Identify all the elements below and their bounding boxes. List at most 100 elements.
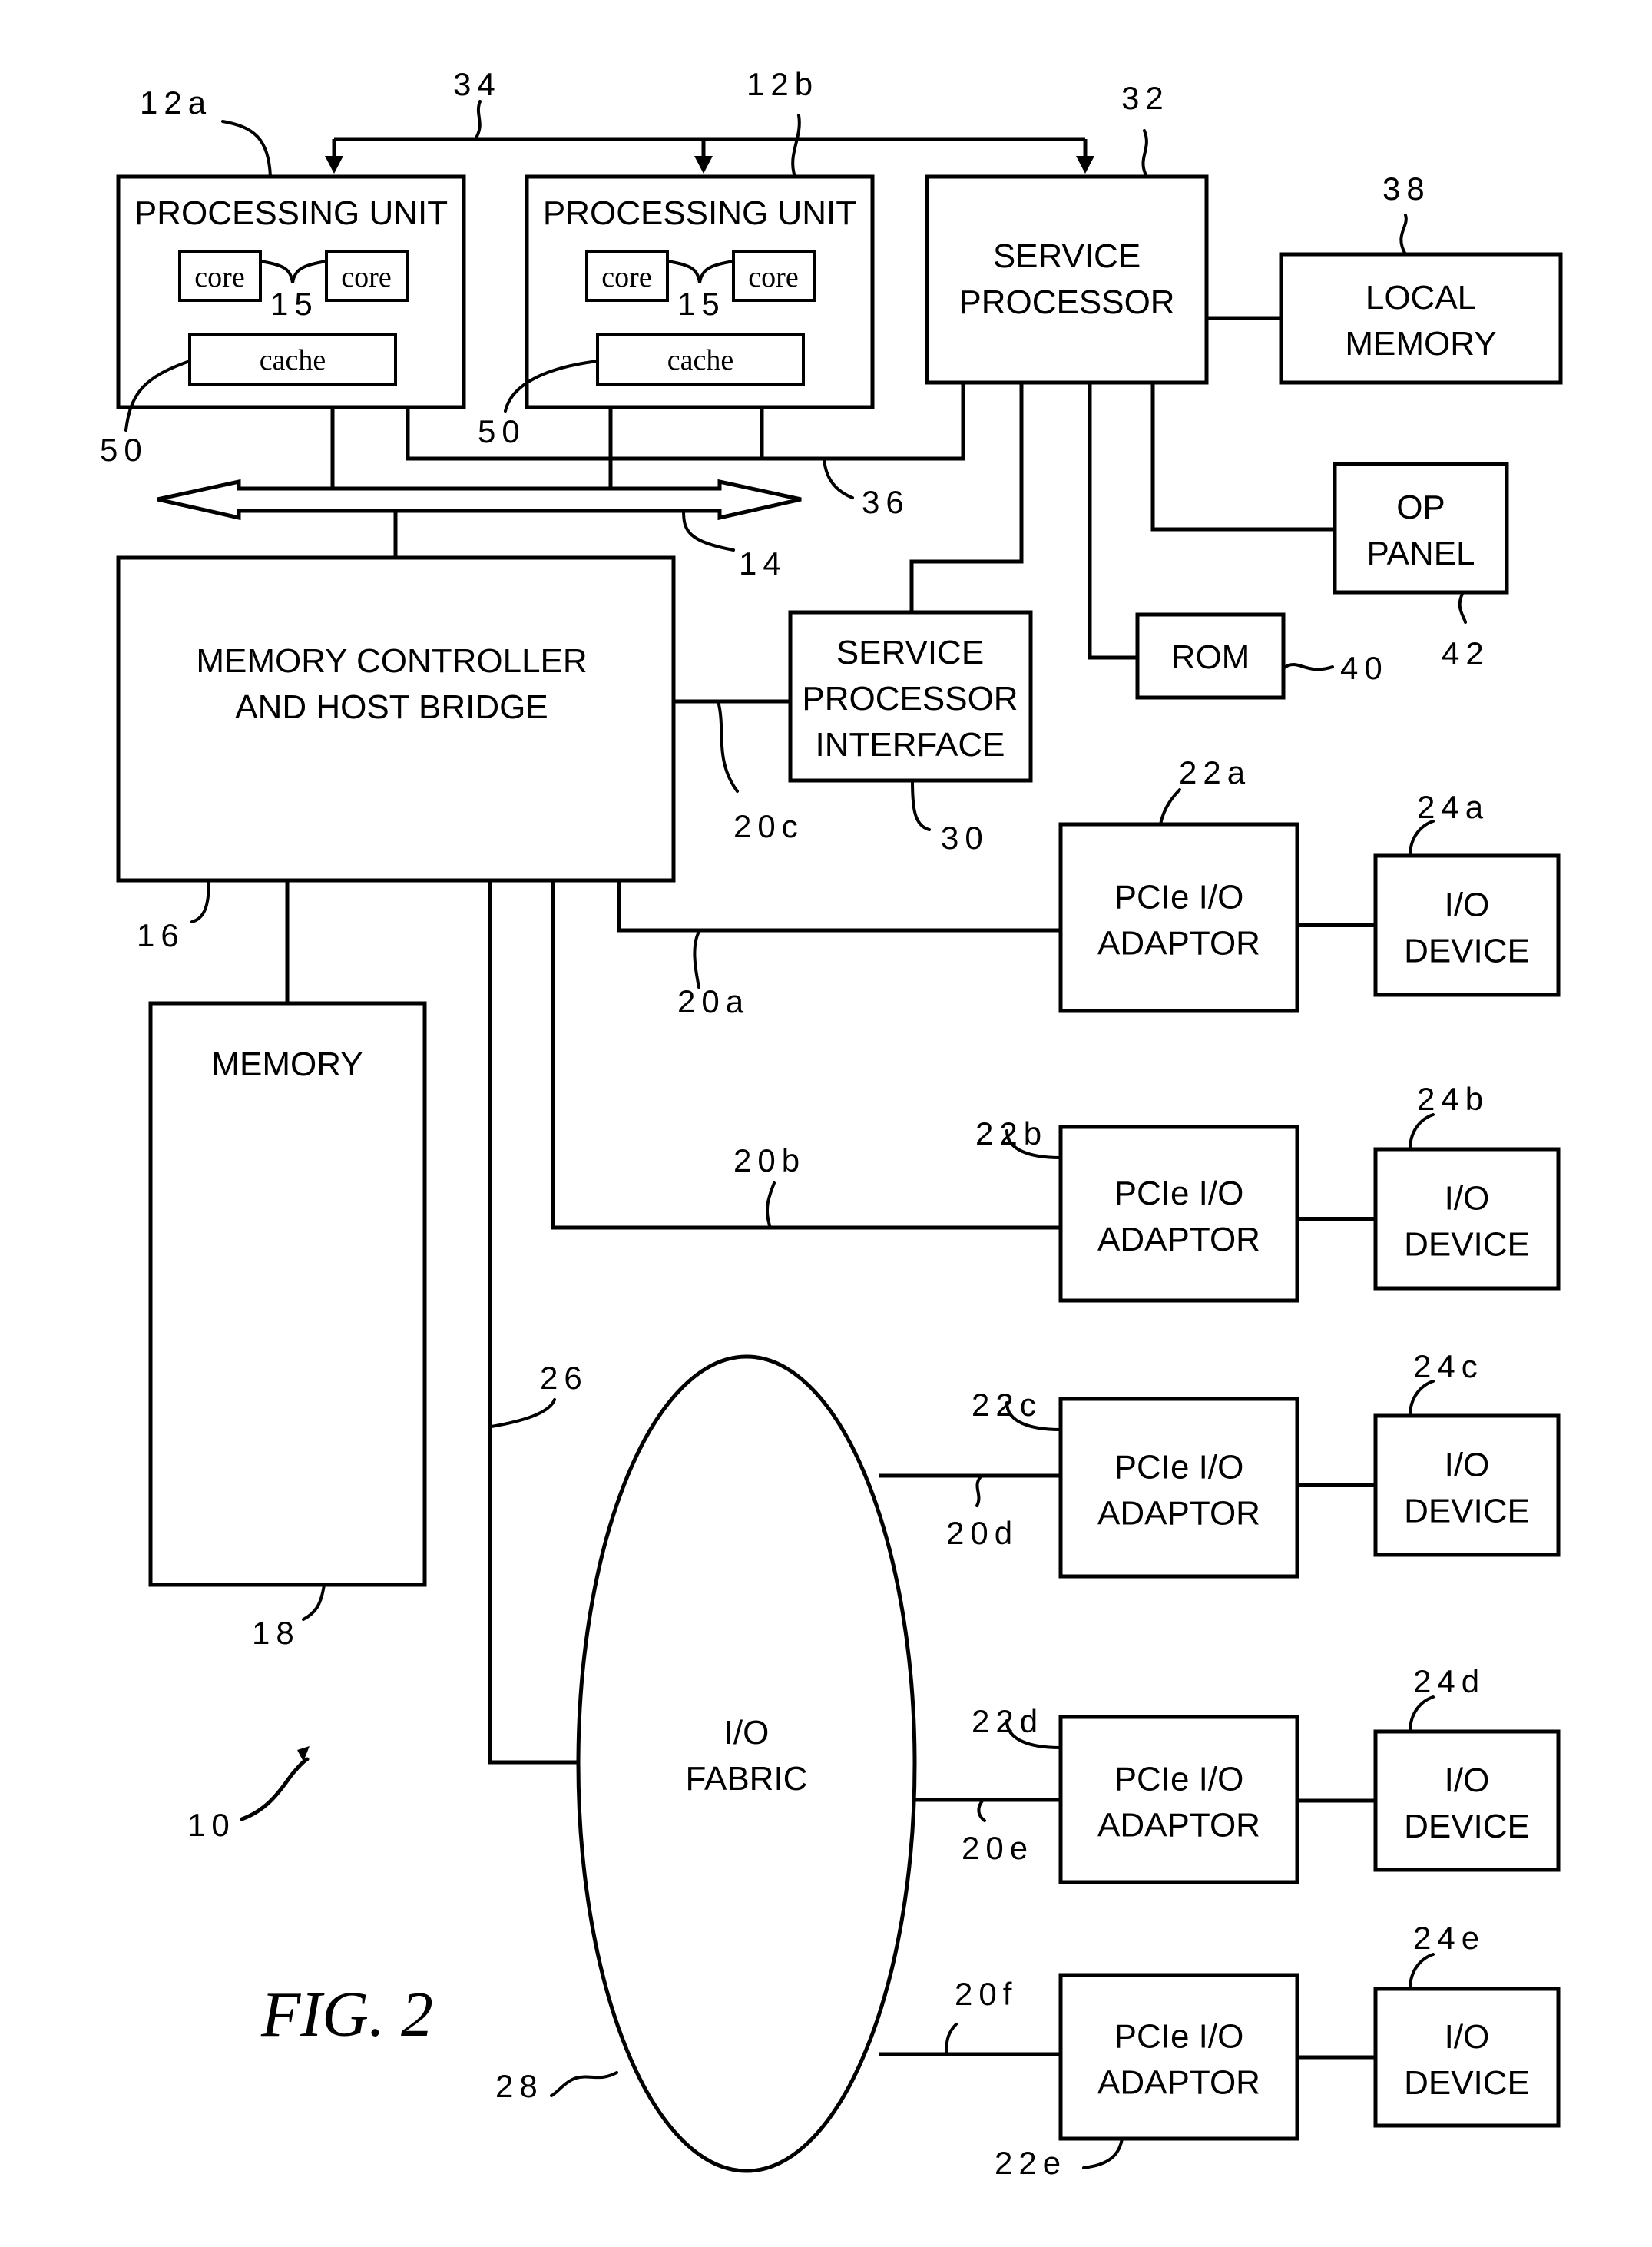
link-26: 26 bbox=[488, 880, 588, 1765]
adaptor-ref: 22c bbox=[972, 1387, 1042, 1423]
adaptor-line2: ADAPTOR bbox=[1097, 2064, 1260, 2102]
io-device: I/O DEVICE 24e bbox=[1373, 1920, 1561, 2128]
adaptor-line1: PCIe I/O bbox=[1114, 1761, 1244, 1798]
figure-caption: FIG. 2 bbox=[260, 1979, 433, 2050]
io-fabric-line1: I/O bbox=[724, 1714, 770, 1752]
memory-controller-host-bridge: MEMORY CONTROLLER AND HOST BRIDGE 16 bbox=[116, 555, 676, 953]
link-20a: 20a bbox=[617, 880, 1061, 1019]
device-line1: I/O bbox=[1445, 1761, 1490, 1799]
mc-line2: AND HOST BRIDGE bbox=[235, 688, 548, 726]
ref-20f: 20f bbox=[955, 1976, 1018, 2012]
adaptor-ref: 22e bbox=[995, 2145, 1067, 2181]
op-panel-line2: PANEL bbox=[1366, 535, 1475, 572]
pu-b-core-2-label: core bbox=[748, 261, 798, 293]
pu-a-core-2-label: core bbox=[341, 261, 391, 293]
device-ref: 24e bbox=[1413, 1920, 1485, 1956]
pu-a-core-1-label: core bbox=[194, 261, 244, 293]
adaptor-line1: PCIe I/O bbox=[1114, 1175, 1244, 1212]
ref-16: 16 bbox=[137, 917, 185, 953]
device-ref: 24c bbox=[1413, 1348, 1484, 1384]
processing-unit-b: PROCESSING UNIT core core 15 cache 50 12… bbox=[478, 66, 875, 449]
patent-diagram: 34 PROCESSING UNIT core core 15 cache 50… bbox=[100, 66, 1563, 2181]
adaptor-line2: ADAPTOR bbox=[1097, 925, 1260, 963]
op-panel-line1: OP bbox=[1396, 489, 1445, 526]
mc-line1: MEMORY CONTROLLER bbox=[196, 642, 587, 680]
ref-40: 40 bbox=[1340, 650, 1389, 686]
service-processor-interface: SERVICE PROCESSOR INTERFACE 30 bbox=[788, 383, 1033, 856]
io-device: I/O DEVICE 24d bbox=[1373, 1663, 1561, 1872]
link-20f: 20f bbox=[879, 1976, 1061, 2056]
pu-b-cache-label: cache bbox=[667, 344, 733, 376]
device-line2: DEVICE bbox=[1404, 2064, 1530, 2102]
device-line2: DEVICE bbox=[1404, 1808, 1530, 1845]
adaptor-line1: PCIe I/O bbox=[1114, 879, 1244, 916]
local-memory-line1: LOCAL bbox=[1366, 279, 1476, 317]
link-20e: 20e bbox=[914, 1798, 1061, 1866]
system-10-indicator: 10 bbox=[187, 1746, 310, 1843]
adaptor-ref: 22a bbox=[1179, 754, 1251, 790]
sp-line1: SERVICE bbox=[993, 237, 1141, 275]
adaptor-line1: PCIe I/O bbox=[1114, 2018, 1244, 2056]
ref-34: 34 bbox=[453, 66, 502, 102]
ref-10: 10 bbox=[187, 1807, 236, 1843]
adaptor-device-group: PCIe I/O ADAPTOR 22a I/O DEVICE 24a PCIe I/O AD… bbox=[972, 754, 1561, 2181]
ref-20a: 20a bbox=[677, 983, 750, 1019]
adaptor-ref: 22d bbox=[972, 1703, 1044, 1739]
device-line2: DEVICE bbox=[1404, 1493, 1530, 1530]
spi-line1: SERVICE bbox=[836, 634, 984, 671]
adaptor-line1: PCIe I/O bbox=[1114, 1449, 1244, 1486]
link-20b: 20b bbox=[551, 880, 1061, 1230]
io-device: I/O DEVICE 24c bbox=[1373, 1348, 1561, 1557]
pcie-io-adaptor: PCIe I/O ADAPTOR 22a bbox=[1058, 754, 1299, 1013]
spi-line3: INTERFACE bbox=[816, 726, 1005, 764]
link-20c: 20c bbox=[674, 699, 804, 844]
device-line1: I/O bbox=[1445, 1180, 1490, 1218]
io-device: I/O DEVICE 24b bbox=[1373, 1081, 1561, 1291]
link-20d: 20d bbox=[879, 1473, 1061, 1551]
ref-15-b: 15 bbox=[677, 286, 726, 322]
device-ref: 24b bbox=[1417, 1081, 1489, 1117]
ref-50-b: 50 bbox=[478, 413, 526, 449]
ref-26: 26 bbox=[540, 1360, 588, 1396]
service-processor: SERVICE PROCESSOR 32 bbox=[925, 80, 1209, 385]
ref-38: 38 bbox=[1382, 171, 1431, 207]
adaptor-line2: ADAPTOR bbox=[1097, 1221, 1260, 1258]
ref-20d: 20d bbox=[946, 1515, 1018, 1551]
ref-20c: 20c bbox=[733, 808, 804, 844]
pcie-io-adaptor: PCIe I/O ADAPTOR 22c bbox=[972, 1387, 1299, 1579]
ref-15-a: 15 bbox=[270, 286, 319, 322]
io-fabric-line2: FABRIC bbox=[686, 1760, 808, 1798]
ref-42: 42 bbox=[1442, 635, 1490, 671]
ref-36: 36 bbox=[862, 484, 910, 520]
device-line1: I/O bbox=[1445, 1447, 1490, 1484]
device-line1: I/O bbox=[1445, 887, 1490, 924]
ref-30: 30 bbox=[941, 820, 989, 856]
adaptor-ref: 22b bbox=[975, 1115, 1048, 1152]
device-line2: DEVICE bbox=[1404, 933, 1530, 970]
pu-a-title: PROCESSING UNIT bbox=[134, 194, 448, 232]
ref-18: 18 bbox=[252, 1615, 300, 1651]
adaptor-line2: ADAPTOR bbox=[1097, 1495, 1260, 1533]
device-line1: I/O bbox=[1445, 2018, 1490, 2056]
device-line2: DEVICE bbox=[1404, 1226, 1530, 1264]
ref-14: 14 bbox=[739, 545, 787, 582]
ref-50-a: 50 bbox=[100, 432, 148, 468]
ref-32: 32 bbox=[1121, 80, 1170, 116]
device-ref: 24a bbox=[1417, 789, 1489, 825]
service-bus-34: 34 bbox=[325, 66, 1094, 174]
memory: MEMORY 18 bbox=[148, 880, 427, 1651]
io-device: I/O DEVICE 24a bbox=[1373, 789, 1561, 997]
pu-a-cache-label: cache bbox=[260, 344, 326, 376]
ref-12a: 12a bbox=[140, 85, 212, 121]
memory-label: MEMORY bbox=[211, 1046, 363, 1083]
spi-line2: PROCESSOR bbox=[802, 680, 1018, 718]
sp-line2: PROCESSOR bbox=[958, 283, 1174, 321]
ref-12b: 12b bbox=[747, 66, 819, 102]
adaptor-line2: ADAPTOR bbox=[1097, 1807, 1260, 1844]
local-memory-line2: MEMORY bbox=[1345, 325, 1496, 363]
pcie-io-adaptor: PCIe I/O ADAPTOR 22b bbox=[975, 1115, 1299, 1303]
ref-20b: 20b bbox=[733, 1142, 806, 1178]
pcie-io-adaptor: PCIe I/O ADAPTOR 22e bbox=[995, 1973, 1299, 2181]
ref-28: 28 bbox=[495, 2068, 544, 2104]
device-ref: 24d bbox=[1413, 1663, 1485, 1699]
